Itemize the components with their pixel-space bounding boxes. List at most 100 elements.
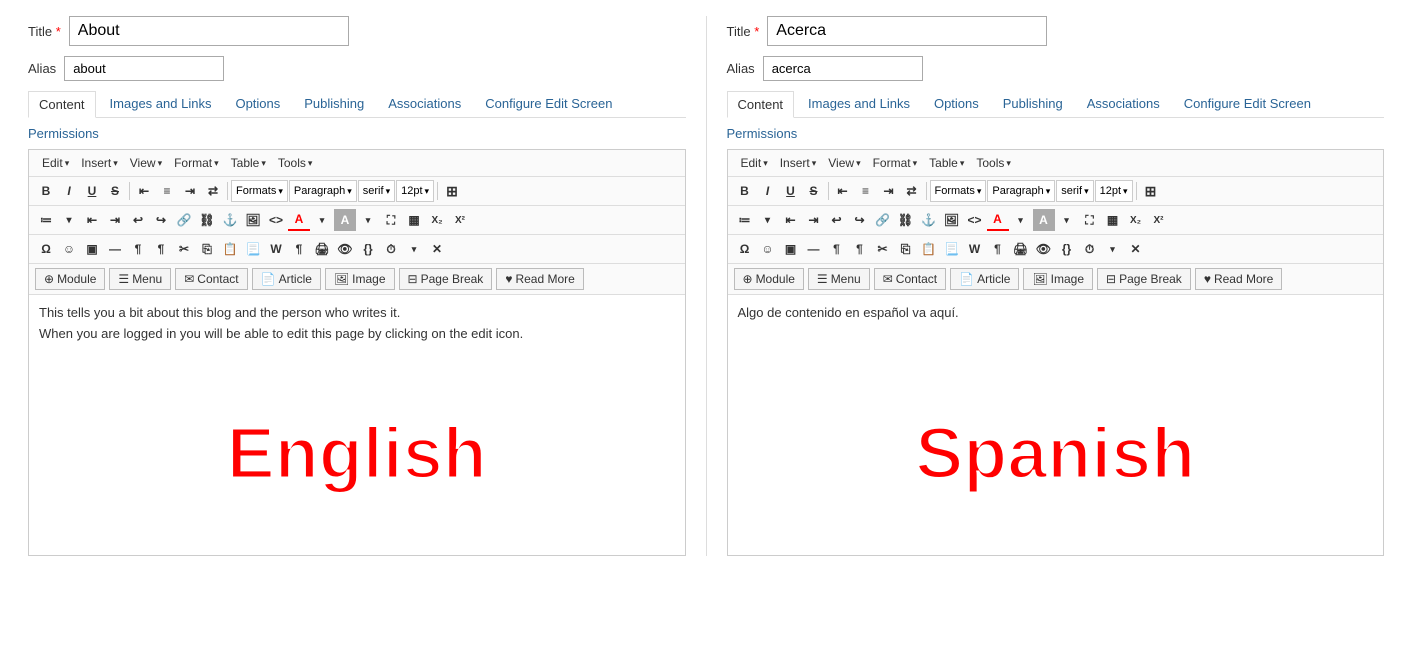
left-link-btn[interactable]: 🔗 <box>173 209 195 231</box>
right-undo-btn[interactable]: ↩ <box>826 209 848 231</box>
right-emoji-btn[interactable]: ☺ <box>757 238 779 260</box>
left-menu-tools[interactable]: Tools ▾ <box>273 154 318 172</box>
right-menu-view[interactable]: View ▾ <box>823 154 865 172</box>
right-underline-btn[interactable]: U <box>780 180 802 202</box>
left-cut-btn[interactable]: ✂ <box>173 238 195 260</box>
right-highlight-btn[interactable]: A <box>1033 209 1055 231</box>
left-charmap-btn[interactable]: ¶ <box>288 238 310 260</box>
right-module-btn[interactable]: ⊕ Module <box>734 268 804 290</box>
left-tab-images[interactable]: Images and Links <box>100 91 222 117</box>
left-print-btn[interactable]: 🖨 <box>311 238 333 260</box>
right-bold-btn[interactable]: B <box>734 180 756 202</box>
left-redo-btn[interactable]: ↪ <box>150 209 172 231</box>
left-copy-btn[interactable]: ⎘ <box>196 238 218 260</box>
right-highlight-arrow[interactable]: ▾ <box>1056 209 1078 231</box>
left-paragraph-btn[interactable]: Paragraph ▾ <box>289 180 357 202</box>
left-omega-btn[interactable]: Ω <box>35 238 57 260</box>
left-fontcolor-btn[interactable]: A <box>288 209 310 231</box>
left-formats-btn[interactable]: Formats ▾ <box>231 180 288 202</box>
left-tab-associations[interactable]: Associations <box>378 91 471 117</box>
left-emoji-btn[interactable]: ☺ <box>58 238 80 260</box>
left-table-icon-btn[interactable]: ⊞ <box>441 180 463 202</box>
left-fullscreen-btn[interactable]: ⛶ <box>380 209 402 231</box>
left-code-btn[interactable]: <> <box>265 209 287 231</box>
left-module-btn[interactable]: ⊕ Module <box>35 268 105 290</box>
left-subscript-btn[interactable]: X₂ <box>426 209 448 231</box>
left-media-btn[interactable]: ▣ <box>81 238 103 260</box>
right-readmore-btn[interactable]: ♥ Read More <box>1195 268 1283 290</box>
right-tab-publishing[interactable]: Publishing <box>993 91 1073 117</box>
left-superscript-btn[interactable]: X² <box>449 209 471 231</box>
right-media-btn[interactable]: ▣ <box>780 238 802 260</box>
right-formats-btn[interactable]: Formats ▾ <box>930 180 987 202</box>
left-fontcolor-arrow[interactable]: ▾ <box>311 209 333 231</box>
left-underline-btn[interactable]: U <box>81 180 103 202</box>
left-pilcrow-btn[interactable]: ¶ <box>127 238 149 260</box>
left-menu-table[interactable]: Table ▾ <box>226 154 271 172</box>
right-subscript-btn[interactable]: X₂ <box>1125 209 1147 231</box>
right-align-left-btn[interactable]: ⇤ <box>832 180 854 202</box>
right-menu-tools[interactable]: Tools ▾ <box>971 154 1016 172</box>
left-italic-btn[interactable]: I <box>58 180 80 202</box>
left-hr-btn[interactable]: — <box>104 238 126 260</box>
right-preview-btn[interactable]: 👁 <box>1033 238 1055 260</box>
left-paste-btn[interactable]: 📋 <box>219 238 241 260</box>
right-codesample-btn[interactable]: {} <box>1056 238 1078 260</box>
right-table-icon-btn[interactable]: ⊞ <box>1140 180 1162 202</box>
left-align-right-btn[interactable]: ⇥ <box>179 180 201 202</box>
left-permissions-link[interactable]: Permissions <box>28 126 99 141</box>
left-tab-content[interactable]: Content <box>28 91 96 118</box>
left-pagebreak-btn[interactable]: ⊟ Page Break <box>399 268 493 290</box>
right-outdent-btn[interactable]: ⇤ <box>780 209 802 231</box>
right-rtl-btn[interactable]: ¶ <box>849 238 871 260</box>
right-image-btn[interactable]: 🖼 <box>941 209 963 231</box>
left-align-center-btn[interactable]: ≡ <box>156 180 178 202</box>
left-pasteword-btn[interactable]: W <box>265 238 287 260</box>
right-fontcolor-btn[interactable]: A <box>987 209 1009 231</box>
right-more-btn[interactable]: ▾ <box>1102 238 1124 260</box>
left-indent-btn[interactable]: ⇥ <box>104 209 126 231</box>
right-ul-btn[interactable]: ≔ <box>734 209 756 231</box>
right-fontcolor-arrow[interactable]: ▾ <box>1010 209 1032 231</box>
right-anchor-btn[interactable]: ⚓ <box>918 209 940 231</box>
right-strike-btn[interactable]: S <box>803 180 825 202</box>
right-align-center-btn[interactable]: ≡ <box>855 180 877 202</box>
left-pastetext-btn[interactable]: 📃 <box>242 238 264 260</box>
right-cut-btn[interactable]: ✂ <box>872 238 894 260</box>
left-ol-btn[interactable]: ▾ <box>58 209 80 231</box>
right-content-area[interactable]: Algo de contenido en español va aquí. Sp… <box>728 295 1384 555</box>
left-clearformat-btn[interactable]: ✕ <box>426 238 448 260</box>
left-undo-btn[interactable]: ↩ <box>127 209 149 231</box>
right-pilcrow-btn[interactable]: ¶ <box>826 238 848 260</box>
left-menu-view[interactable]: View ▾ <box>125 154 167 172</box>
right-menu-format[interactable]: Format ▾ <box>868 154 923 172</box>
right-hr-btn[interactable]: — <box>803 238 825 260</box>
right-link-btn[interactable]: 🔗 <box>872 209 894 231</box>
right-paste-btn[interactable]: 📋 <box>918 238 940 260</box>
right-justify-btn[interactable]: ⇄ <box>901 180 923 202</box>
right-tab-configure[interactable]: Configure Edit Screen <box>1174 91 1321 117</box>
right-ol-btn[interactable]: ▾ <box>757 209 779 231</box>
right-contact-btn[interactable]: ✉ Contact <box>874 268 946 290</box>
left-bold-btn[interactable]: B <box>35 180 57 202</box>
left-align-left-btn[interactable]: ⇤ <box>133 180 155 202</box>
right-pasteword-btn[interactable]: W <box>964 238 986 260</box>
right-pastetext-btn[interactable]: 📃 <box>941 238 963 260</box>
left-outdent-btn[interactable]: ⇤ <box>81 209 103 231</box>
right-article-btn[interactable]: 📄 Article <box>950 268 1019 290</box>
right-clearformat-btn[interactable]: ✕ <box>1125 238 1147 260</box>
left-strike-btn[interactable]: S <box>104 180 126 202</box>
right-italic-btn[interactable]: I <box>757 180 779 202</box>
right-tab-images[interactable]: Images and Links <box>798 91 920 117</box>
left-alias-input[interactable] <box>64 56 224 81</box>
right-fullscreen-btn[interactable]: ⛶ <box>1079 209 1101 231</box>
left-ul-btn[interactable]: ≔ <box>35 209 57 231</box>
left-menu-edit[interactable]: Edit ▾ <box>37 154 74 172</box>
right-timer-btn[interactable]: ⏱ <box>1079 238 1101 260</box>
left-image-btn[interactable]: 🖼 <box>242 209 264 231</box>
left-content-area[interactable]: This tells you a bit about this blog and… <box>29 295 685 555</box>
left-highlight-arrow[interactable]: ▾ <box>357 209 379 231</box>
right-table2-btn[interactable]: ▦ <box>1102 209 1124 231</box>
right-image-action-btn[interactable]: 🖼 Image <box>1023 268 1093 290</box>
right-pagebreak-btn[interactable]: ⊟ Page Break <box>1097 268 1191 290</box>
